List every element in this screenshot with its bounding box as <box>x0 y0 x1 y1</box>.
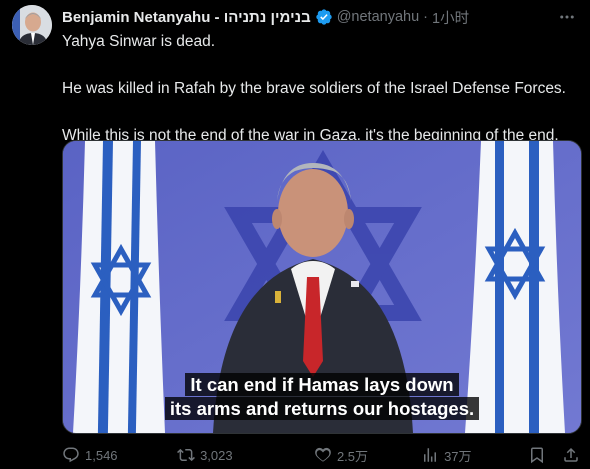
share-icon <box>564 447 578 462</box>
reply-icon <box>63 447 79 463</box>
verified-badge-icon <box>316 9 332 25</box>
more-options-icon[interactable] <box>558 8 576 26</box>
like-button[interactable]: 2.5万 <box>314 446 421 465</box>
action-bar: 1,546 3,023 2.5万 37万 <box>62 444 580 466</box>
heart-icon <box>315 447 331 462</box>
separator: · <box>423 9 428 25</box>
caption-line: its arms and returns our hostages. <box>164 397 480 420</box>
author-name[interactable]: Benjamin Netanyahu - בנימין נתניהו <box>62 9 311 26</box>
tweet-line: He was killed in Rafah by the brave sold… <box>62 80 566 97</box>
caption-line: It can end if Hamas lays down <box>185 373 459 396</box>
bookmark-button[interactable] <box>528 446 562 464</box>
repost-count: 3,023 <box>200 447 233 463</box>
view-count: 37万 <box>444 448 472 464</box>
timestamp[interactable]: 1小时 <box>432 7 469 28</box>
analytics-icon <box>424 448 437 462</box>
tweet-header: Benjamin Netanyahu - בנימין נתניהו @neta… <box>62 6 550 28</box>
reply-count: 1,546 <box>85 447 118 463</box>
tweet-line: Yahya Sinwar is dead. <box>62 33 216 50</box>
reply-button[interactable]: 1,546 <box>62 446 177 464</box>
video-player[interactable]: It can end if Hamas lays down its arms a… <box>62 140 582 434</box>
repost-button[interactable]: 3,023 <box>177 446 314 464</box>
avatar[interactable] <box>12 5 52 45</box>
repost-icon <box>177 448 196 462</box>
avatar-image <box>12 5 52 45</box>
bookmark-icon <box>531 447 544 464</box>
like-count: 2.5万 <box>336 448 369 464</box>
author-handle[interactable]: @netanyahu <box>337 9 419 25</box>
video-caption: It can end if Hamas lays down its arms a… <box>63 373 581 421</box>
views-button[interactable]: 37万 <box>421 446 520 465</box>
share-button[interactable] <box>562 446 580 464</box>
